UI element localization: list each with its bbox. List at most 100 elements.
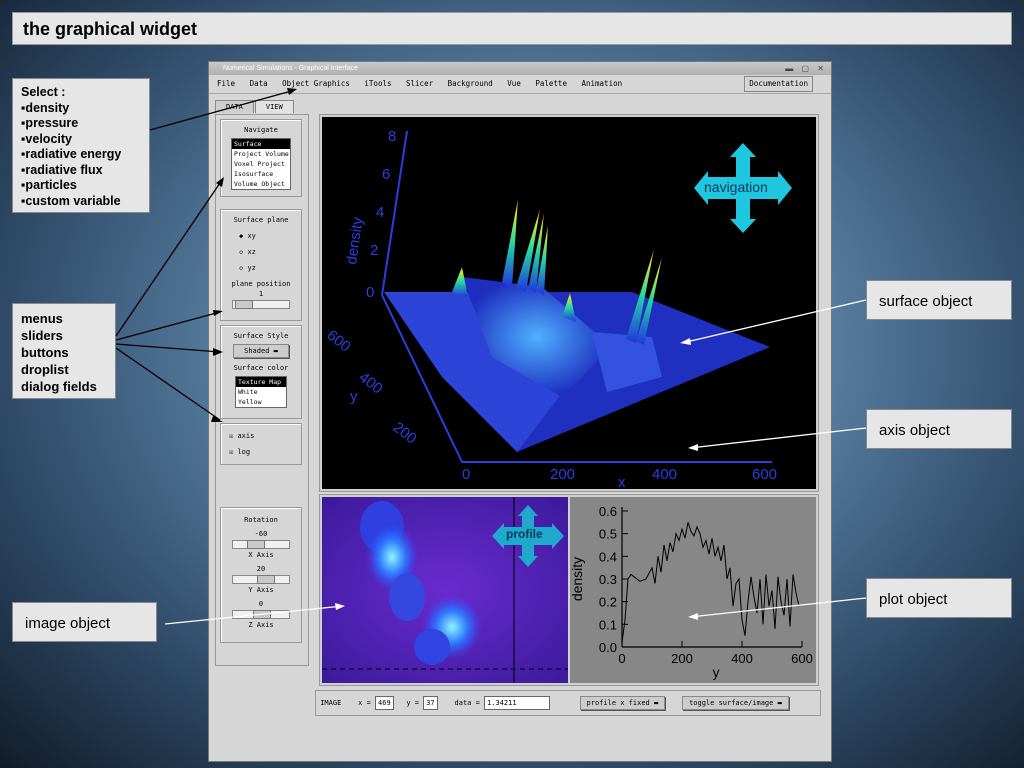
slider-thumb[interactable]: [253, 610, 271, 619]
x-axis-label: X Axis: [248, 551, 274, 559]
menu-data[interactable]: Data: [250, 79, 268, 88]
widget-item: sliders: [21, 328, 63, 343]
x-rotation-slider[interactable]: [232, 540, 290, 549]
tab-bar: DATA VIEW: [215, 100, 295, 113]
plane-position-value: 1: [258, 290, 264, 298]
plot-object[interactable]: 0.0 0.1 0.2 0.3 0.4 0.5 0.6 0 200 400 600 y density: [569, 497, 816, 683]
list-item[interactable]: Isosurface: [232, 169, 290, 179]
data-label: data =: [454, 699, 480, 707]
window-title: Numerical Simulations - Graphical Interf…: [223, 65, 358, 72]
rotation-title: Rotation: [244, 516, 278, 524]
tab-data[interactable]: DATA: [215, 100, 254, 113]
z-axis-label: Z Axis: [248, 621, 274, 629]
list-item[interactable]: Texture Map: [236, 377, 286, 387]
plot-x-tick-label: 600: [791, 651, 813, 666]
slider-thumb[interactable]: [257, 575, 275, 584]
radio-xz[interactable]: ◇ xz: [221, 248, 301, 256]
window-titlebar[interactable]: Numerical Simulations - Graphical Interf…: [209, 62, 831, 75]
select-item: ▪custom variable: [21, 193, 121, 208]
y-coord-field[interactable]: 37: [423, 696, 438, 710]
image-plot-frame: profile 0.0 0.1 0.2 0.3 0.4 0.5 0.6 0 200 400 600 y…: [319, 494, 819, 686]
data-value-field[interactable]: 1.34211: [484, 696, 551, 710]
slider-thumb[interactable]: [247, 540, 265, 549]
window-controls-icon[interactable]: ▬ ▢ ✕: [785, 62, 827, 75]
documentation-button[interactable]: Documentation: [744, 76, 813, 92]
y-tick-label: 400: [356, 369, 386, 398]
select-item: ▪radiative energy: [21, 147, 122, 161]
x-coord-label: x =: [358, 699, 371, 707]
navigation-widget[interactable]: navigation: [694, 143, 792, 233]
slide-title: the graphical widget: [12, 12, 1012, 45]
list-item[interactable]: Yellow: [236, 397, 286, 407]
menu-object-graphics[interactable]: Object Graphics: [282, 79, 350, 88]
options-group: ☒ axis ☒ log: [220, 423, 302, 465]
slider-thumb[interactable]: [235, 300, 253, 309]
plot-y-tick-label: 0.2: [599, 595, 617, 610]
navigate-list[interactable]: Surface Project Volume Voxel Project Iso…: [231, 138, 291, 190]
image-object[interactable]: profile: [322, 497, 568, 683]
list-item[interactable]: White: [236, 387, 286, 397]
menu-file[interactable]: File: [217, 79, 235, 88]
menu-background[interactable]: Background: [448, 79, 493, 88]
image-blob: [389, 573, 425, 621]
list-item[interactable]: Project Volume: [232, 149, 290, 159]
z-rotation-value: 0: [258, 600, 264, 608]
button-label: toggle surface/image: [689, 699, 774, 707]
list-item[interactable]: Volume Object: [232, 179, 290, 189]
plot-y-tick-label: 0.5: [599, 527, 617, 542]
plot-x-tick-label: 400: [731, 651, 753, 666]
density-profile-plot[interactable]: 0.0 0.1 0.2 0.3 0.4 0.5 0.6 0 200 400 600 y density: [569, 497, 816, 683]
select-item: ▪particles: [21, 178, 77, 192]
z-axis-title: density: [343, 216, 367, 266]
radio-yz[interactable]: ◇ yz: [221, 264, 301, 272]
menu-itools[interactable]: iTools: [364, 79, 391, 88]
y-rotation-value: 20: [256, 565, 266, 573]
y-axis-title: y: [350, 388, 358, 405]
y-rotation-slider[interactable]: [232, 575, 290, 584]
navigate-title: Navigate: [244, 126, 278, 134]
list-item[interactable]: Surface: [232, 139, 290, 149]
menu-vue[interactable]: Vue: [507, 79, 521, 88]
toggle-surface-image-button[interactable]: toggle surface/image ▬: [682, 696, 789, 710]
x-tick-label: 400: [652, 466, 677, 483]
log-checkbox[interactable]: ☒ log: [221, 448, 301, 456]
checkbox-label: log: [237, 448, 251, 456]
x-rotation-value: -60: [254, 530, 268, 538]
widget-item: droplist: [21, 362, 69, 377]
select-item: ▪density: [21, 100, 70, 115]
profile-widget[interactable]: profile: [492, 505, 564, 567]
plot-y-tick-label: 0.1: [599, 617, 617, 632]
x-tick-label: 0: [462, 466, 470, 483]
image-object-callout: image object: [12, 602, 157, 642]
list-item[interactable]: Voxel Project: [232, 159, 290, 169]
z-tick-label: 4: [376, 204, 384, 221]
surface-view[interactable]: 0 2 4 6 8 density 200 400 600 y 0 200 40…: [322, 117, 816, 491]
plot-x-axis-title: y: [713, 664, 720, 680]
widget-item: buttons: [21, 345, 69, 360]
surface-style-group: Surface Style Shaded ▬ Surface color Tex…: [220, 325, 302, 419]
radio-label: xz: [247, 248, 256, 256]
profile-mode-button[interactable]: profile x fixed ▬: [579, 696, 666, 710]
dropdown-value: Shaded: [244, 347, 270, 355]
axis-checkbox[interactable]: ☒ axis: [221, 432, 301, 440]
select-item: ▪velocity: [21, 131, 72, 146]
plot-x-tick-label: 200: [671, 651, 693, 666]
z-rotation-slider[interactable]: [232, 610, 290, 619]
plot-density-line: [621, 522, 800, 643]
radio-xy[interactable]: ◆ xy: [221, 232, 301, 240]
surface-style-title: Surface Style: [233, 332, 289, 340]
x-coord-field[interactable]: 469: [375, 696, 394, 710]
axis-object-callout: axis object: [866, 409, 1012, 449]
mode-label: IMAGE: [320, 699, 342, 707]
plot-y-tick-label: 0.0: [599, 640, 617, 655]
menu-slicer[interactable]: Slicer: [406, 79, 433, 88]
tab-view[interactable]: VIEW: [254, 100, 294, 113]
plot-y-tick-label: 0.3: [599, 572, 617, 587]
plot-x-tick-label: 0: [618, 651, 625, 666]
surface-style-dropdown[interactable]: Shaded ▬: [233, 344, 289, 358]
menu-animation[interactable]: Animation: [581, 79, 622, 88]
surface-color-list[interactable]: Texture Map White Yellow: [235, 376, 287, 408]
select-item: ▪radiative flux: [21, 162, 103, 177]
menu-palette[interactable]: Palette: [535, 79, 567, 88]
plane-position-slider[interactable]: [232, 300, 290, 309]
